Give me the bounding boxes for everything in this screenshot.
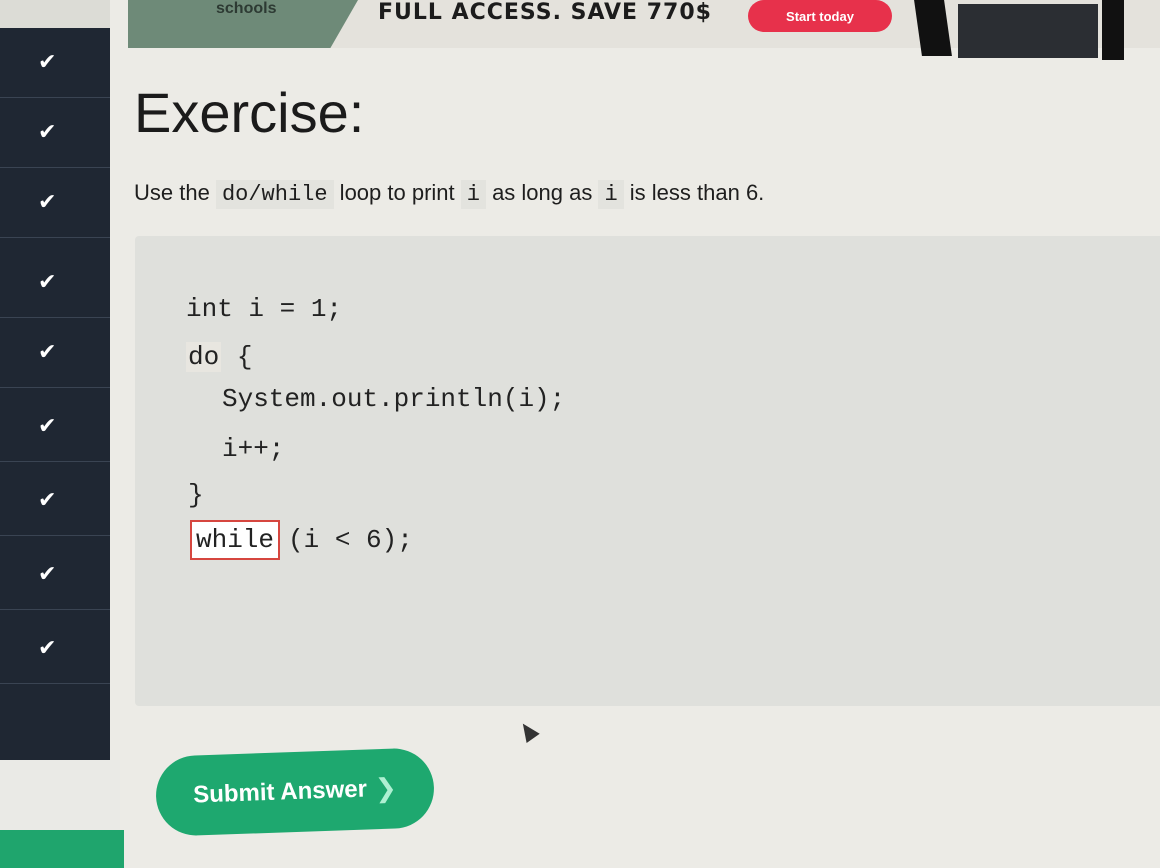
sidebar-item[interactable]: ✔ [0,168,110,238]
inline-code: do/while [215,180,334,209]
promo-text: FULL ACCESS. SAVE 770$ [378,0,712,25]
check-icon: ✔ [38,487,57,513]
sidebar-item[interactable]: ✔ [0,248,110,318]
sidebar-item[interactable]: ✔ [0,392,110,462]
check-icon: ✔ [38,269,57,295]
submit-answer-button[interactable]: Submit Answer ❯ [154,747,436,837]
sidebar-item[interactable]: ✔ [0,466,110,536]
exercise-title: Exercise: [134,81,365,144]
sidebar-item[interactable]: ✔ [0,318,110,388]
code-line: i++; [222,434,285,464]
start-today-button[interactable]: Start today [748,0,892,32]
inline-code: i [460,180,486,209]
schools-label: schools [216,0,277,17]
sidebar-item[interactable]: ✔ [0,614,110,684]
code-line: while (i < 6); [190,520,413,560]
check-icon: ✔ [38,49,57,75]
check-icon: ✔ [38,561,57,587]
inline-code: i [598,180,624,209]
sidebar-item[interactable]: ✔ [0,28,110,98]
promo-image [914,0,1128,60]
chevron-right-icon: ❯ [374,773,398,805]
sidebar-top [0,0,110,28]
check-icon: ✔ [38,339,57,365]
code-line: int i = 1; [186,294,343,324]
sidebar-footer-bar [0,830,124,868]
sidebar-item[interactable]: ✔ [0,540,110,610]
check-icon: ✔ [38,119,57,145]
check-icon: ✔ [38,189,57,215]
answer-input[interactable]: while [190,520,281,560]
sidebar: ✔ ✔ ✔ ✔ ✔ ✔ ✔ ✔ ✔ [0,0,110,868]
code-line: do { [186,342,253,372]
code-line: } [188,480,204,510]
check-icon: ✔ [38,635,57,661]
sidebar-item[interactable]: ✔ [0,98,110,168]
code-line: System.out.println(i); [222,384,566,414]
exercise-instruction: Use the do/while loop to print i as long… [134,180,765,209]
sidebar-footer [0,760,120,830]
check-icon: ✔ [38,413,57,439]
mouse-cursor-icon [516,719,540,743]
